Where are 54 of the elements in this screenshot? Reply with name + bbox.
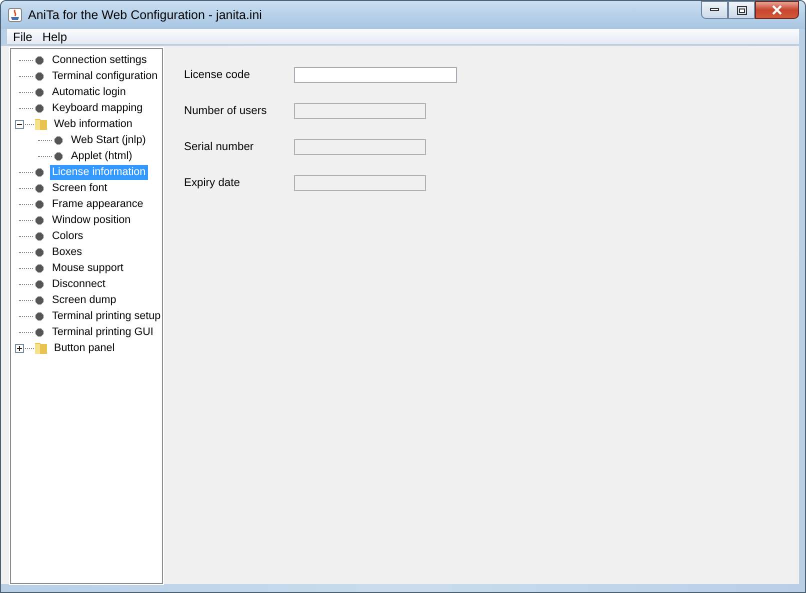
bullet-icon: [35, 72, 44, 80]
close-icon: [771, 5, 783, 15]
bullet-icon: [35, 232, 44, 240]
bullet-icon: [35, 88, 44, 96]
bullet-icon: [35, 264, 44, 272]
tree-item[interactable]: Terminal printing GUI: [50, 324, 156, 340]
folder-icon: [34, 117, 48, 131]
tree-item[interactable]: Button panel: [52, 340, 117, 356]
app-icon: [8, 8, 22, 22]
tree-item[interactable]: Screen font: [50, 180, 110, 196]
tree-item[interactable]: Connection settings: [50, 52, 149, 68]
field-label: License code: [184, 69, 251, 81]
bullet-icon: [35, 296, 44, 304]
tree-item[interactable]: Terminal configuration: [50, 68, 160, 84]
bullet-icon: [35, 104, 44, 112]
folder-icon: [34, 341, 48, 355]
tree-item[interactable]: Screen dump: [50, 292, 118, 308]
tree-item[interactable]: Mouse support: [50, 260, 126, 276]
bullet-icon: [54, 152, 63, 160]
menu-item[interactable]: Help: [37, 30, 72, 44]
maximize-icon: [736, 6, 746, 14]
bullet-icon: [54, 136, 63, 144]
tree-item[interactable]: Web Start (jnlp): [69, 132, 148, 148]
bullet-icon: [35, 216, 44, 224]
minimize-button[interactable]: [701, 1, 728, 19]
bullet-icon: [35, 168, 44, 176]
field-label: Serial number: [184, 141, 255, 153]
tree-item[interactable]: Web information: [52, 116, 134, 132]
bullet-icon: [35, 328, 44, 336]
bullet-icon: [35, 184, 44, 192]
input-field[interactable]: [294, 67, 457, 83]
tree-item[interactable]: Boxes: [50, 244, 84, 260]
tree-item[interactable]: Frame appearance: [50, 196, 146, 212]
window-title: AniTa for the Web Configuration - janita.ini: [28, 8, 263, 22]
tree-item[interactable]: Applet (html): [69, 148, 134, 164]
tree-item[interactable]: Keyboard mapping: [50, 100, 145, 116]
maximize-button[interactable]: [728, 1, 755, 19]
close-button[interactable]: [755, 1, 799, 19]
bullet-icon: [35, 56, 44, 64]
bullet-icon: [35, 312, 44, 320]
tree-item[interactable]: Colors: [50, 228, 86, 244]
bullet-icon: [35, 280, 44, 288]
field-label: Number of users: [184, 105, 268, 117]
bullet-icon: [35, 200, 44, 208]
tree-item[interactable]: Automatic login: [50, 84, 128, 100]
bullet-icon: [35, 248, 44, 256]
menu-item[interactable]: File: [8, 30, 38, 44]
tree-item[interactable]: Disconnect: [50, 276, 108, 292]
tree-item[interactable]: Terminal printing setup: [50, 308, 163, 324]
minimize-icon: [710, 8, 719, 12]
expand-icon[interactable]: [15, 344, 24, 352]
field-label: Expiry date: [184, 177, 241, 189]
tree-item[interactable]: Window position: [50, 212, 133, 228]
collapse-icon[interactable]: [15, 120, 24, 128]
